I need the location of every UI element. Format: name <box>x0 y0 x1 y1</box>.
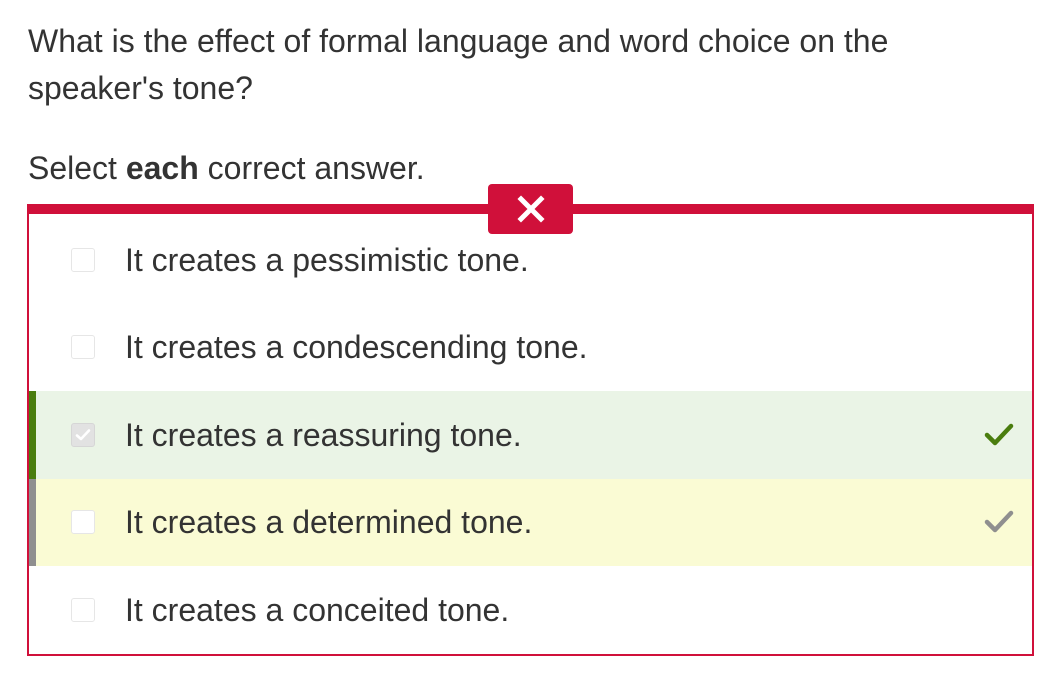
check-icon <box>984 511 1014 533</box>
question-text: What is the effect of formal language an… <box>28 23 889 106</box>
option-checkbox[interactable] <box>71 247 95 272</box>
answer-options-list: It creates a pessimistic tone. It create… <box>29 216 1032 654</box>
instruction-emphasis: each <box>125 150 199 186</box>
answer-option[interactable]: It creates a condescending tone. <box>29 304 1032 392</box>
checkbox-check-icon <box>75 428 91 441</box>
check-icon <box>984 423 1014 445</box>
instruction-suffix: correct answer. <box>198 150 425 186</box>
option-checkbox[interactable] <box>71 335 95 360</box>
incorrect-badge <box>488 184 573 234</box>
option-checkbox-checked[interactable] <box>71 422 95 447</box>
answer-choices-box: It creates a pessimistic tone. It create… <box>27 204 1034 656</box>
option-label: It creates a conceited tone. <box>125 591 510 628</box>
option-checkbox[interactable] <box>71 597 95 622</box>
instruction-text: Select each correct answer. <box>28 146 425 190</box>
instruction-prefix: Select <box>28 150 126 186</box>
answer-option-correct[interactable]: It creates a reassuring tone. <box>29 391 1032 479</box>
option-label: It creates a reassuring tone. <box>125 416 522 453</box>
option-label: It creates a determined tone. <box>125 504 533 541</box>
answer-option[interactable]: It creates a conceited tone. <box>29 566 1032 654</box>
answer-option-missed[interactable]: It creates a determined tone. <box>29 478 1032 566</box>
option-label: It creates a condescending tone. <box>125 329 588 366</box>
option-checkbox[interactable] <box>71 510 95 535</box>
close-icon <box>516 195 545 223</box>
option-label: It creates a pessimistic tone. <box>125 241 529 278</box>
